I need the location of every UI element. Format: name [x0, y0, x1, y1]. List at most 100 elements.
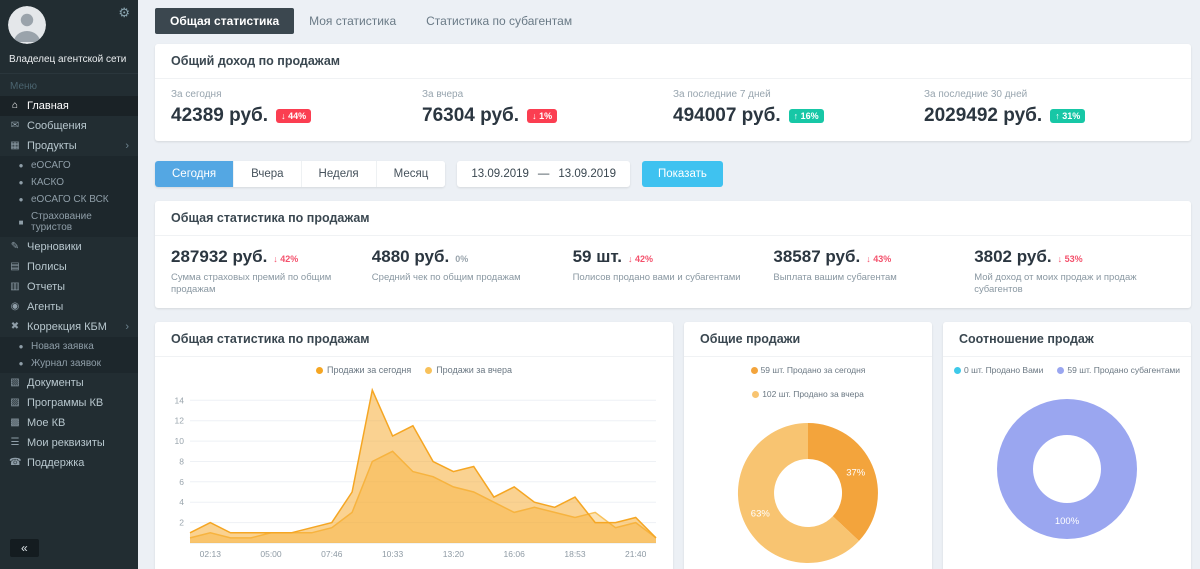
- sales-ratio-donut-title: Соотношение продаж: [943, 322, 1191, 357]
- sidebar-subitem-zhurnal-zayavok[interactable]: ● Журнал заявок: [0, 355, 138, 372]
- legend-item[interactable]: 0 шт. Продано Вами: [953, 365, 1043, 375]
- sidebar-item-dokumenty[interactable]: ▧ Документы: [0, 373, 138, 393]
- svg-text:10:33: 10:33: [382, 549, 404, 559]
- sales-stat-value: 38587 руб.: [773, 247, 861, 266]
- income-stat-value: 76304 руб. ↓ 1%: [422, 105, 673, 127]
- products-icon: ▦: [10, 140, 20, 151]
- sidebar-item-label: Черновики: [27, 241, 82, 253]
- legend-item[interactable]: Продажи за вчера: [425, 365, 512, 375]
- svg-text:12: 12: [175, 416, 185, 426]
- sales-stat-delta: ↓ 42%: [627, 254, 653, 264]
- tab-1[interactable]: Общая статистика: [155, 8, 295, 34]
- sidebar-item-glavnaya[interactable]: ⌂ Главная: [0, 96, 138, 116]
- sales-stat-delta: ↓ 42%: [273, 254, 299, 264]
- legend-item[interactable]: Продажи за сегодня: [315, 365, 412, 375]
- sales-stat-caption: Полисов продано вами и субагентами: [572, 272, 741, 283]
- legend-dot-icon: [953, 366, 961, 374]
- area-chart-card: Общая статистика по продажам Продажи за …: [155, 322, 673, 569]
- sales-stat-value: 59 шт.: [572, 247, 622, 266]
- income-stat: За сегодня 42389 руб. ↓ 44%: [171, 89, 422, 127]
- sidebar-item-agenty[interactable]: ◉ Агенты: [0, 297, 138, 317]
- sales-stat-delta: ↓ 43%: [866, 254, 892, 264]
- svg-text:37%: 37%: [846, 467, 866, 478]
- legend-item[interactable]: 59 шт. Продано за сегодня: [750, 365, 866, 375]
- home-icon: ⌂: [11, 100, 19, 111]
- sidebar-subitem-label: еОСАГО: [31, 160, 71, 171]
- sidebar-item-label: Сообщения: [27, 120, 87, 132]
- sidebar-collapse-button[interactable]: «: [10, 539, 39, 557]
- user-role-label: Владелец агентской сети: [0, 48, 138, 74]
- legend-dot-icon: [750, 366, 758, 374]
- period-button-4[interactable]: Месяц: [376, 161, 446, 187]
- legend-item[interactable]: 59 шт. Продано субагентами: [1057, 365, 1180, 375]
- sidebar-item-moi-rekvizity[interactable]: ☰ Мои реквизиты: [0, 433, 138, 453]
- date-range-picker[interactable]: 13.09.2019 — 13.09.2019: [457, 161, 630, 187]
- sidebar-subitem-label: еОСАГО СК ВСК: [31, 194, 109, 205]
- sidebar-item-soobshcheniya[interactable]: ✉ Сообщения: [0, 116, 138, 136]
- income-card-title: Общий доход по продажам: [155, 44, 1191, 79]
- car-icon: ●: [18, 178, 24, 187]
- sidebar-item-produkty[interactable]: ▦ Продукты ›: [0, 136, 138, 156]
- kbm-icon: ✖: [10, 321, 20, 332]
- svg-text:14: 14: [175, 395, 185, 405]
- sidebar-item-otchety[interactable]: ▥ Отчеты: [0, 277, 138, 297]
- sidebar-item-chernoviki[interactable]: ✎ Черновики: [0, 237, 138, 257]
- support-icon: ☎: [9, 457, 22, 468]
- sidebar: ⚙ Владелец агентской сети Меню ⌂ Главная ✉…: [0, 0, 138, 569]
- sales-stats-row: 287932 руб. ↓ 42% Сумма страховых премий п…: [155, 236, 1191, 308]
- income-stat-amount: 42389 руб.: [171, 105, 269, 126]
- sidebar-item-polisy[interactable]: ▤ Полисы: [0, 257, 138, 277]
- sidebar-item-korrekciya-kbm[interactable]: ✖ Коррекция КБМ ›: [0, 317, 138, 337]
- svg-text:100%: 100%: [1055, 516, 1080, 527]
- sidebar-item-label: Отчеты: [27, 281, 66, 293]
- sidebar-subitem-novaya-zayavka[interactable]: ● Новая заявка: [0, 338, 138, 355]
- sidebar-subitem-eosago[interactable]: ● еОСАГО: [0, 157, 138, 174]
- main-content: Общая статистика Моя статистика Статистика…: [138, 0, 1200, 569]
- tab-2[interactable]: Моя статистика: [294, 8, 411, 34]
- sidebar-item-programmy-kv[interactable]: ▨ Программы КВ: [0, 393, 138, 413]
- sidebar-subitem-kasko[interactable]: ● КАСКО: [0, 174, 138, 191]
- sidebar-subitem-eosago-sk-vsk[interactable]: ● еОСАГО СК ВСК: [0, 191, 138, 208]
- legend-dot-icon: [752, 390, 760, 398]
- sidebar-item-label: Поддержка: [27, 457, 85, 469]
- income-stat-value: 42389 руб. ↓ 44%: [171, 105, 422, 127]
- menu-section-label: Меню: [10, 81, 38, 92]
- car-icon: ●: [18, 161, 24, 170]
- date-from-input[interactable]: 13.09.2019: [471, 168, 529, 180]
- sales-stat-delta: ↓ 53%: [1057, 254, 1083, 264]
- legend-label: Продажи за сегодня: [326, 365, 412, 375]
- total-sales-donut-chart: 37% 63%: [684, 401, 932, 569]
- income-stat-label: За сегодня: [171, 89, 222, 100]
- sidebar-item-label: Документы: [27, 377, 84, 389]
- legend-label: 59 шт. Продано за сегодня: [760, 365, 866, 375]
- income-stat-label: За последние 7 дней: [673, 89, 771, 100]
- user-avatar[interactable]: [8, 6, 46, 44]
- sidebar-subitem-strahovanie-turistov[interactable]: ■ Страхование туристов: [0, 208, 138, 236]
- tab-3[interactable]: Статистика по субагентам: [411, 8, 587, 34]
- sidebar-item-podderzhka[interactable]: ☎ Поддержка: [0, 453, 138, 473]
- programs-icon: ▨: [10, 397, 20, 408]
- sales-stat-caption: Средний чек по общим продажам: [371, 272, 521, 283]
- period-button-1[interactable]: Сегодня: [155, 161, 235, 187]
- policies-icon: ▤: [10, 261, 20, 272]
- agents-icon: ◉: [10, 301, 20, 312]
- legend-item[interactable]: 102 шт. Продано за вчера: [752, 389, 864, 399]
- car-icon: ●: [18, 195, 24, 204]
- new-request-icon: ●: [18, 342, 24, 351]
- sidebar-item-moe-kv[interactable]: ▩ Мое КВ: [0, 413, 138, 433]
- sidebar-item-label: Мое КВ: [27, 417, 66, 429]
- app-root: ⚙ Владелец агентской сети Меню ⌂ Главная ✉…: [0, 0, 1200, 569]
- period-button-2[interactable]: Вчера: [234, 161, 302, 187]
- sidebar-subitem-label: Новая заявка: [31, 341, 94, 352]
- date-to-input[interactable]: 13.09.2019: [558, 168, 616, 180]
- sidebar-header: ⚙: [0, 0, 138, 48]
- svg-text:16:06: 16:06: [504, 549, 526, 559]
- income-stat: За последние 30 дней 2029492 руб. ↑ 31%: [924, 89, 1175, 127]
- period-button-3[interactable]: Неделя: [301, 161, 377, 187]
- show-button[interactable]: Показать: [641, 161, 723, 187]
- legend-label: 59 шт. Продано субагентами: [1067, 365, 1181, 375]
- income-stat-amount: 2029492 руб.: [924, 105, 1043, 126]
- sales-stat-caption: Мой доход от моих продаж и продаж субаге…: [974, 272, 1137, 295]
- legend-label: 102 шт. Продано за вчера: [762, 389, 864, 399]
- settings-gear-icon[interactable]: ⚙: [118, 5, 130, 21]
